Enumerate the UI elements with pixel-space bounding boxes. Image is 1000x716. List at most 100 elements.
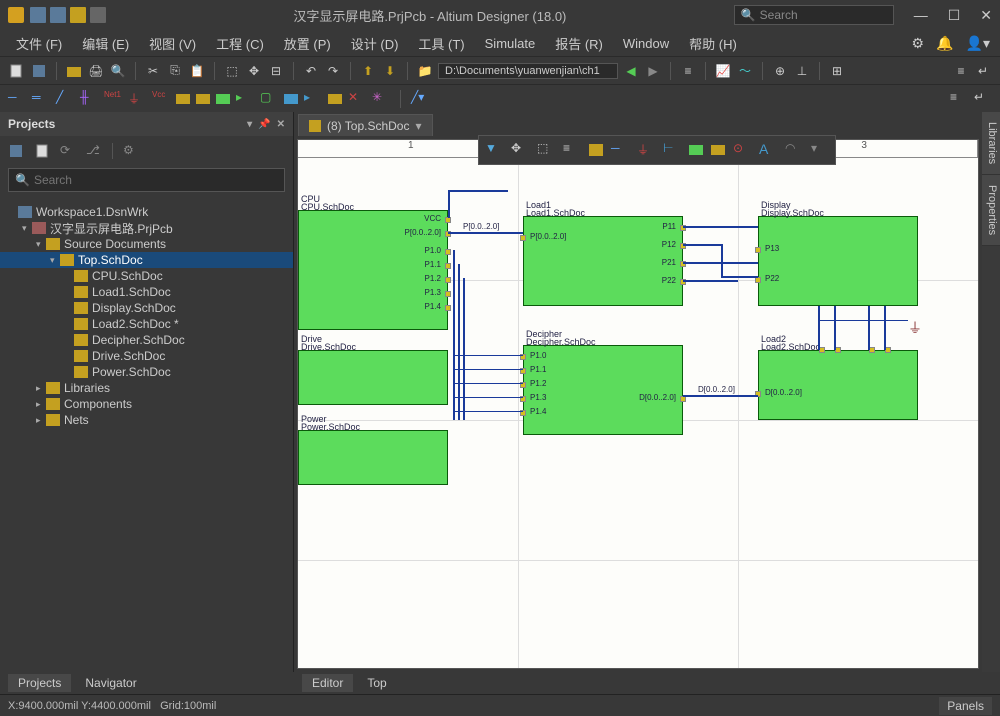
harness-connector-icon[interactable] bbox=[284, 94, 298, 104]
tree-node[interactable]: Load1.SchDoc bbox=[0, 284, 293, 300]
menu-report[interactable]: 报告 (R) bbox=[549, 32, 609, 55]
tree-node[interactable]: ▸Components bbox=[0, 396, 293, 412]
net-label-icon[interactable]: Net1 bbox=[104, 90, 122, 108]
menu-place[interactable]: 放置 (P) bbox=[278, 32, 337, 55]
projects-search-input[interactable] bbox=[34, 173, 278, 187]
browse-icon[interactable]: 📁 bbox=[416, 62, 434, 80]
sheet-symbol-power[interactable]: PowerPower.SchDoc bbox=[298, 430, 448, 485]
move-tool-icon[interactable]: ✥ bbox=[511, 141, 529, 159]
cut-icon[interactable]: ✂ bbox=[144, 62, 162, 80]
sim-source-icon[interactable]: ～ bbox=[736, 62, 754, 80]
open-folder-icon[interactable] bbox=[65, 62, 83, 80]
save-icon[interactable] bbox=[30, 7, 46, 23]
align-tool-icon[interactable]: ≡ bbox=[563, 141, 581, 159]
sheet-symbol-load1[interactable]: Load1Load1.SchDoc P[0.0..2.0] P11 P12 P2… bbox=[523, 216, 683, 306]
notifications-icon[interactable]: 🔔 bbox=[936, 35, 953, 52]
print-icon[interactable]: 🖨 bbox=[87, 62, 105, 80]
save-all-icon[interactable] bbox=[50, 7, 66, 23]
move-icon[interactable]: ✥ bbox=[245, 62, 263, 80]
align-icon[interactable]: ≡ bbox=[679, 62, 697, 80]
sheet-symbol-load2[interactable]: Load2Load2.SchDoc D[0.0..2.0] bbox=[758, 350, 918, 420]
expand-arrow-icon[interactable]: ▾ bbox=[50, 255, 60, 266]
tab-close-icon[interactable]: ▾ bbox=[415, 119, 421, 133]
editor-bottom-tab[interactable]: Editor bbox=[302, 674, 353, 692]
minimize-button[interactable]: — bbox=[914, 7, 928, 24]
nav-back-icon[interactable]: ◀ bbox=[622, 62, 640, 80]
undo-icon[interactable]: ↶ bbox=[302, 62, 320, 80]
device-sheet-icon[interactable]: ▢ bbox=[260, 90, 278, 108]
place-part-tool-icon[interactable] bbox=[589, 144, 603, 156]
add-doc-icon[interactable] bbox=[34, 143, 50, 159]
copy-icon[interactable]: ⎘ bbox=[166, 62, 184, 80]
global-search-input[interactable]: 🔍 Search bbox=[734, 5, 894, 25]
gnd-tool-icon[interactable]: ⏚ bbox=[637, 141, 655, 159]
filter-icon[interactable]: ▼ bbox=[485, 141, 503, 159]
sheet-symbol-display[interactable]: DisplayDisplay.SchDoc P13 P22 bbox=[758, 216, 918, 306]
sheet-symbol-cpu[interactable]: CPUCPU.SchDoc VCC P[0.0..2.0] P1.0 P1.1 … bbox=[298, 210, 448, 330]
tree-node[interactable]: CPU.SchDoc bbox=[0, 268, 293, 284]
top-bottom-tab[interactable]: Top bbox=[357, 674, 396, 692]
sheet-symbol-drive[interactable]: DriveDrive.SchDoc bbox=[298, 350, 448, 405]
tree-node[interactable]: Power.SchDoc bbox=[0, 364, 293, 380]
wire-icon[interactable]: ─ bbox=[8, 90, 26, 108]
panel-dropdown-icon[interactable]: ▾ bbox=[247, 119, 252, 130]
tree-node[interactable]: ▾Source Documents bbox=[0, 236, 293, 252]
tree-node[interactable]: ▾汉字显示屏电路.PrjPcb bbox=[0, 220, 293, 236]
new-icon[interactable] bbox=[8, 62, 26, 80]
directive-icon[interactable]: ⊙ bbox=[733, 141, 751, 159]
bus-icon[interactable]: ═ bbox=[32, 90, 50, 108]
grid-icon[interactable]: ⊞ bbox=[828, 62, 846, 80]
arc-tool-icon[interactable]: ◠ bbox=[785, 141, 803, 159]
menu-file[interactable]: 文件 (F) bbox=[10, 32, 68, 55]
menu-tools[interactable]: 工具 (T) bbox=[412, 32, 470, 55]
place-part-icon[interactable]: ⊥ bbox=[793, 62, 811, 80]
panel-settings-icon[interactable]: ⚙ bbox=[123, 143, 139, 159]
menu-lines-icon[interactable]: ≡ bbox=[952, 62, 970, 80]
bus-entry-icon[interactable]: ╱ bbox=[56, 90, 74, 108]
enter2-icon[interactable]: ↵ bbox=[974, 90, 992, 108]
signal-harness-icon[interactable]: ╫ bbox=[80, 90, 98, 108]
expand-arrow-icon[interactable]: ▸ bbox=[36, 383, 46, 394]
select-icon[interactable]: ⬚ bbox=[223, 62, 241, 80]
redo-icon[interactable]: ↷ bbox=[324, 62, 342, 80]
harness-entry-icon[interactable]: ▸ bbox=[304, 90, 322, 108]
settings-icon[interactable]: ⚙ bbox=[912, 35, 925, 52]
menu-window[interactable]: Window bbox=[617, 34, 675, 53]
hierarchy-up-icon[interactable]: ⬆ bbox=[359, 62, 377, 80]
part-icon[interactable] bbox=[328, 94, 342, 104]
sheet-symbol-decipher[interactable]: DecipherDecipher.SchDoc P1.0 P1.1 P1.2 P… bbox=[523, 345, 683, 435]
projects-search[interactable]: 🔍 bbox=[8, 168, 285, 192]
paste-icon[interactable]: 📋 bbox=[188, 62, 206, 80]
sheet-tool-icon[interactable] bbox=[689, 145, 703, 155]
line-icon[interactable]: ╱▾ bbox=[411, 90, 429, 108]
tree-node[interactable]: ▾Top.SchDoc bbox=[0, 252, 293, 268]
text-tool-icon[interactable]: A bbox=[759, 141, 777, 159]
open-icon[interactable] bbox=[70, 7, 86, 23]
vcs-icon[interactable]: ⎇ bbox=[86, 143, 102, 159]
port-tool-icon[interactable]: ⊢ bbox=[663, 141, 681, 159]
dropdown-icon[interactable] bbox=[90, 7, 106, 23]
panel-close-icon[interactable]: ✕ bbox=[277, 119, 285, 130]
panels-button[interactable]: Panels bbox=[939, 697, 992, 715]
cross-probe-icon[interactable]: ⊕ bbox=[771, 62, 789, 80]
tree-node[interactable]: ▸Libraries bbox=[0, 380, 293, 396]
schematic-canvas[interactable]: 1 2 3 CPUCPU.SchDoc VCC P[0.0..2.0] P1.0… bbox=[297, 139, 979, 669]
deselect-icon[interactable]: ⊟ bbox=[267, 62, 285, 80]
menu-project[interactable]: 工程 (C) bbox=[210, 32, 270, 55]
menu-simulate[interactable]: Simulate bbox=[479, 34, 542, 53]
no-erc-icon[interactable]: ✕ bbox=[348, 90, 366, 108]
tree-node[interactable]: Load2.SchDoc * bbox=[0, 316, 293, 332]
close-button[interactable]: ✕ bbox=[980, 7, 992, 24]
tree-node[interactable]: Drive.SchDoc bbox=[0, 348, 293, 364]
expand-arrow-icon[interactable]: ▸ bbox=[36, 415, 46, 426]
expand-arrow-icon[interactable]: ▾ bbox=[22, 223, 32, 234]
document-tab[interactable]: (8) Top.SchDoc ▾ bbox=[298, 114, 433, 136]
menu-help[interactable]: 帮助 (H) bbox=[683, 32, 743, 55]
navigator-bottom-tab[interactable]: Navigator bbox=[75, 674, 146, 692]
sheet-entry-icon[interactable]: ▸ bbox=[236, 90, 254, 108]
enter-icon[interactable]: ↵ bbox=[974, 62, 992, 80]
project-path-box[interactable]: D:\Documents\yuanwenjian\ch1 bbox=[438, 63, 618, 79]
preview-icon[interactable]: 🔍 bbox=[109, 62, 127, 80]
show-diff-icon[interactable]: ⟳ bbox=[60, 143, 76, 159]
selection-icon[interactable]: ⬚ bbox=[537, 141, 555, 159]
